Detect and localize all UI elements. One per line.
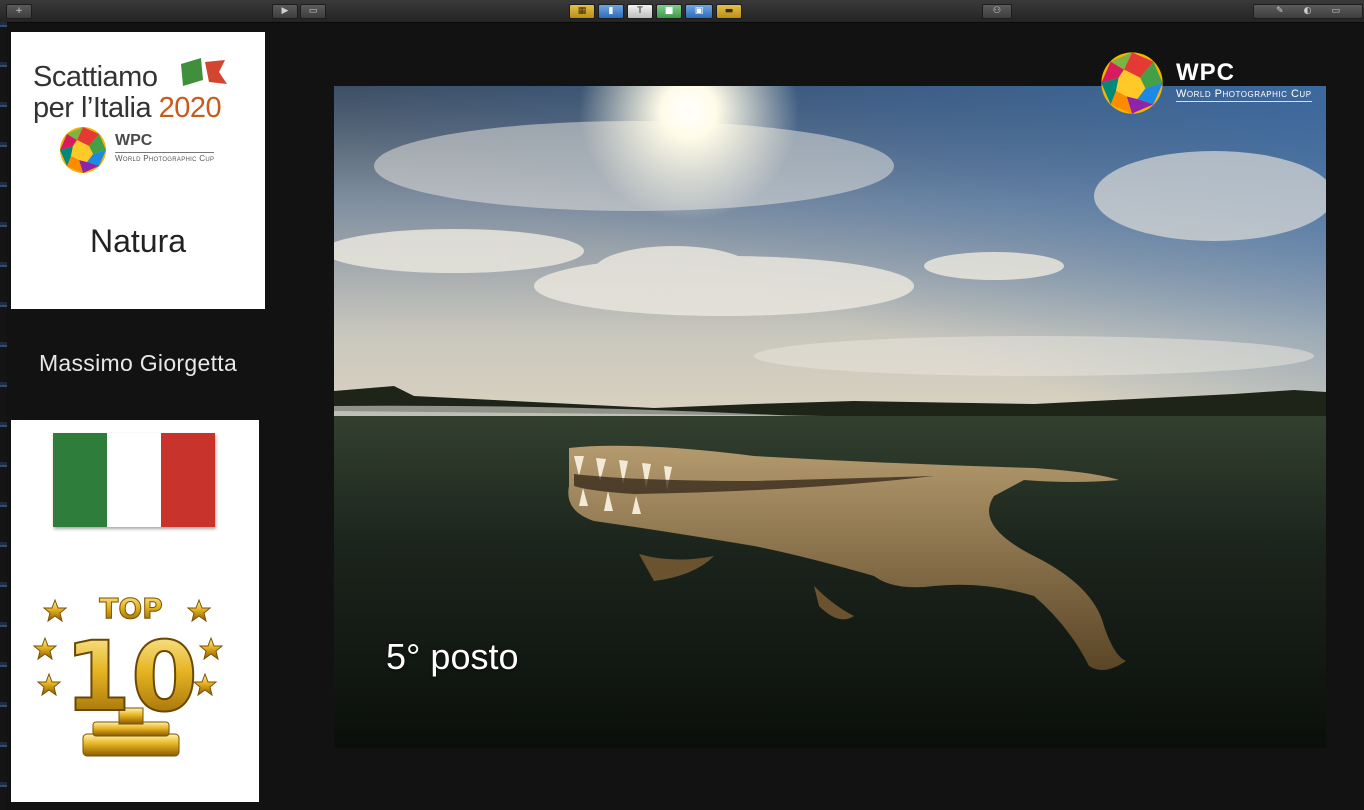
event-logo-panel: Scattiamo per l’Italia 2020 WPC World Ph… (11, 32, 265, 309)
wpc-long-name: World Photographic Cup (1176, 88, 1312, 102)
table-button[interactable]: ▦ (569, 4, 595, 19)
flag-white-stripe (107, 433, 161, 527)
display-button[interactable]: ▭ (300, 4, 326, 19)
wpc-globe-icon (60, 127, 106, 173)
app-toolbar: + ▶ ▭ ▦ ▮ T ■ ▣ ▬ ⚇ ✎ ◐ ▭ (0, 0, 1364, 23)
chart-button[interactable]: ▮ (598, 4, 624, 19)
text-button[interactable]: T (627, 4, 653, 19)
flag-green-stripe (53, 433, 107, 527)
document-icon: ▭ (1331, 6, 1340, 16)
chart-icon: ▮ (608, 6, 614, 16)
comment-icon: ▬ (724, 6, 734, 16)
event-title-prefix: per l’Italia (33, 92, 159, 124)
media-button[interactable]: ▣ (685, 4, 713, 19)
slide-navigator-strip[interactable] (0, 22, 7, 810)
author-name: Massimo Giorgetta (38, 350, 238, 376)
placement-label: 5° posto (386, 636, 519, 677)
flag-red-stripe (161, 433, 215, 527)
wpc-short-name: WPC (115, 132, 153, 149)
table-icon: ▦ (577, 6, 587, 16)
category-label: Natura (89, 223, 187, 259)
animate-icon: ◐ (1303, 6, 1312, 16)
top10-trophy-icon: TOP 10 (32, 592, 224, 757)
play-button[interactable]: ▶ (272, 4, 298, 19)
event-year: 2020 (158, 92, 222, 124)
shape-button[interactable]: ■ (656, 4, 682, 19)
event-title-line2: per l’Italia 2020 (33, 92, 222, 124)
italy-mark-icon (181, 58, 227, 86)
wpc-long-name: World Photographic Cup (115, 152, 215, 163)
rank-label: 10 (64, 621, 198, 733)
award-panel: TOP 10 (11, 420, 259, 802)
play-icon: ▶ (281, 6, 289, 16)
collaborate-button[interactable]: ⚇ (982, 4, 1012, 19)
italy-flag-icon (53, 433, 215, 527)
format-icon: ✎ (1276, 6, 1284, 16)
comment-button[interactable]: ▬ (716, 4, 742, 19)
wpc-globe-icon (1101, 52, 1163, 114)
shape-icon: ■ (664, 6, 674, 16)
display-icon: ▭ (308, 6, 318, 16)
wpc-logo-corner: WPC World Photographic Cup (1100, 51, 1350, 115)
add-slide-button[interactable]: + (6, 4, 32, 19)
collaborate-icon: ⚇ (992, 6, 1002, 16)
wpc-logo-small: WPC World Photographic Cup (59, 126, 215, 179)
wpc-short-name: WPC (1176, 59, 1235, 86)
inspector-buttons[interactable]: ✎ ◐ ▭ (1253, 4, 1363, 19)
text-icon: T (637, 6, 643, 16)
media-icon: ▣ (694, 6, 704, 16)
